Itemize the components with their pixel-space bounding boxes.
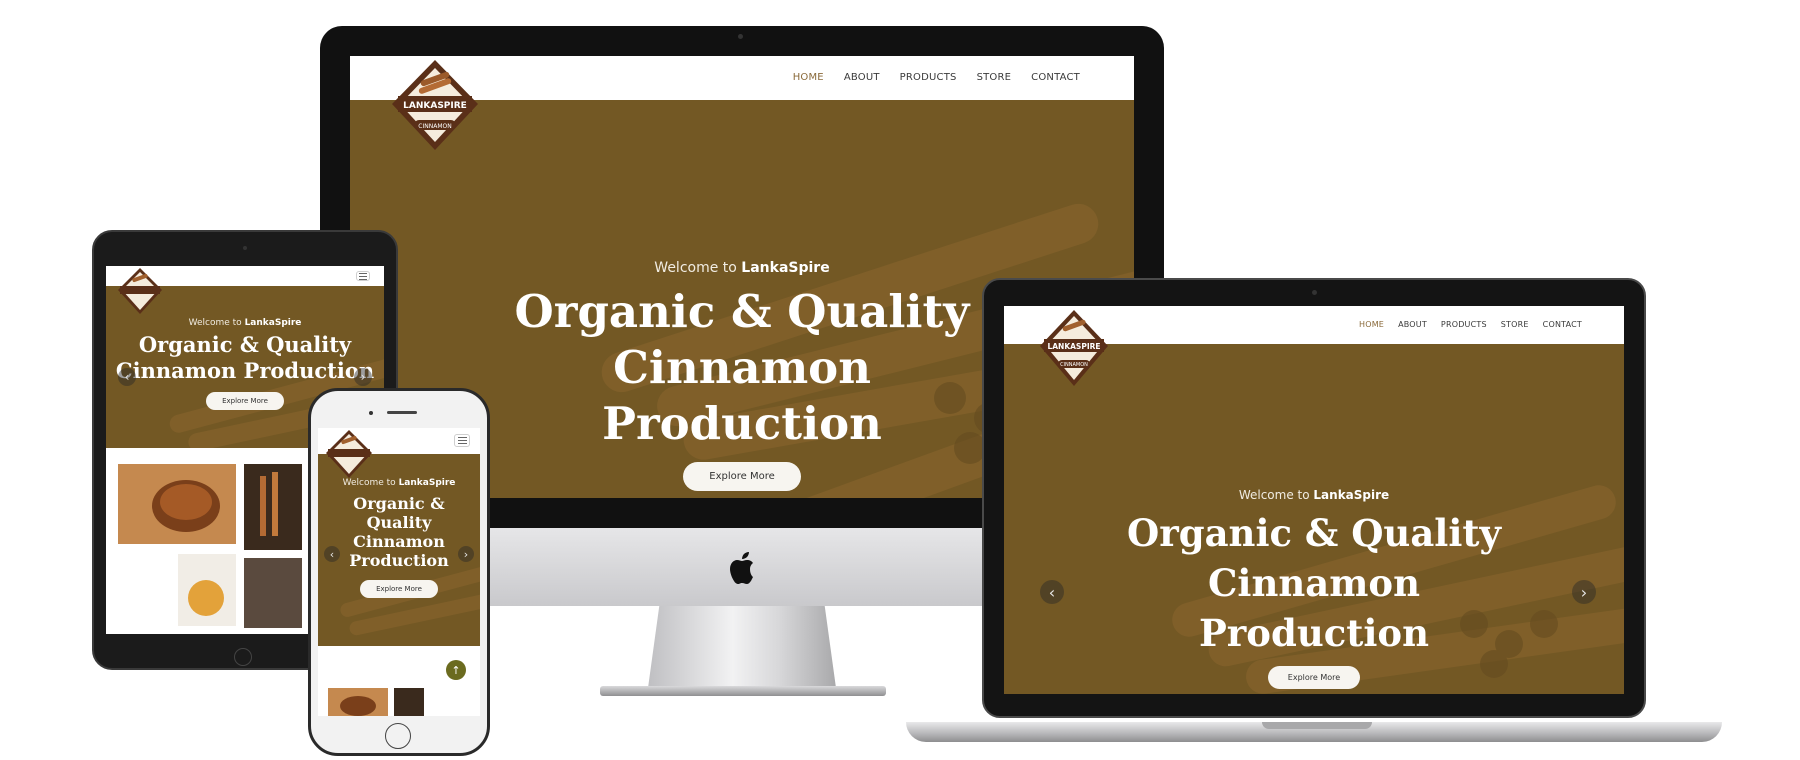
explore-more-button[interactable]: Explore More <box>683 462 801 491</box>
desktop-monitor-stand <box>648 606 836 688</box>
chevron-right-icon[interactable]: › <box>1572 580 1596 604</box>
phone-home-button[interactable] <box>385 723 411 749</box>
logo-sub-text: CINNAMON <box>418 123 451 130</box>
lankaspire-logo[interactable]: LANKASPIRE CINNAMON <box>388 56 482 156</box>
laptop-hero-headline: Organic & Quality Cinnamon Production <box>1126 511 1502 655</box>
chevron-left-icon[interactable]: ‹ <box>1040 580 1064 604</box>
phone-speaker <box>387 411 417 414</box>
phone-website: Welcome to LankaSpire Organic & Quality … <box>318 428 480 716</box>
chevron-left-icon[interactable]: ‹ <box>118 368 136 386</box>
arrow-up-icon[interactable]: ↑ <box>446 660 466 680</box>
laptop-hero-section: Welcome to LankaSpire Organic & Quality … <box>1004 344 1624 694</box>
phone-hero-headline: Organic & Quality Cinnamon Production <box>349 494 449 570</box>
laptop-explore-more-button[interactable]: Explore More <box>1267 666 1361 689</box>
nav-menu: HOME ABOUT PRODUCTS STORE CONTACT <box>793 72 1080 83</box>
nav-item-contact[interactable]: CONTACT <box>1031 72 1080 83</box>
hamburger-menu-icon[interactable] <box>356 271 370 281</box>
laptop-camera-icon <box>1312 290 1317 295</box>
chevron-right-icon[interactable]: › <box>458 546 474 562</box>
tablet-explore-more-button[interactable]: Explore More <box>206 392 284 410</box>
phone-product-gallery <box>328 688 424 716</box>
phone-explore-more-button[interactable]: Explore More <box>360 580 438 598</box>
laptop-logo-sub-text: CINNAMON <box>1060 362 1088 368</box>
desktop-monitor-foot <box>600 686 886 696</box>
laptop-opening-notch <box>1262 722 1372 729</box>
phone-lankaspire-logo[interactable] <box>324 428 374 480</box>
tablet-hero-headline: Organic & Quality Cinnamon Production <box>115 332 375 383</box>
phone-hero-section: Welcome to LankaSpire Organic & Quality … <box>318 454 480 646</box>
logo-brand-text: LANKASPIRE <box>403 101 467 111</box>
apple-logo-icon <box>730 552 753 584</box>
laptop-welcome-text: Welcome to LankaSpire <box>1238 488 1390 502</box>
phone-camera-icon <box>369 411 373 415</box>
nav-item-home[interactable]: HOME <box>1359 320 1384 329</box>
laptop-website: Welcome to LankaSpire Organic & Quality … <box>1004 306 1624 694</box>
nav-item-contact[interactable]: CONTACT <box>1543 320 1582 329</box>
laptop-lankaspire-logo[interactable]: LANKASPIRE CINNAMON <box>1036 306 1112 392</box>
nav-item-home[interactable]: HOME <box>793 72 824 83</box>
nav-item-store[interactable]: STORE <box>977 72 1012 83</box>
laptop-nav-menu: HOME ABOUT PRODUCTS STORE CONTACT <box>1359 320 1582 329</box>
nav-item-about[interactable]: ABOUT <box>844 72 880 83</box>
nav-item-products[interactable]: PRODUCTS <box>900 72 957 83</box>
tablet-camera-icon <box>243 246 247 250</box>
nav-item-products[interactable]: PRODUCTS <box>1441 320 1487 329</box>
laptop-hero-content: Welcome to LankaSpire Organic & Quality … <box>1004 488 1624 689</box>
tablet-welcome-text: Welcome to LankaSpire <box>188 318 302 328</box>
chevron-right-icon[interactable]: › <box>354 368 372 386</box>
nav-item-about[interactable]: ABOUT <box>1398 320 1427 329</box>
laptop-logo-brand-text: LANKASPIRE <box>1047 342 1100 351</box>
gallery-image-cinnamon-sticks <box>244 558 302 628</box>
phone-hero-content: Welcome to LankaSpire Organic & Quality … <box>318 478 480 598</box>
tablet-home-button[interactable] <box>234 648 252 666</box>
chevron-left-icon[interactable]: ‹ <box>324 546 340 562</box>
nav-item-store[interactable]: STORE <box>1501 320 1529 329</box>
tablet-lankaspire-logo[interactable] <box>116 266 164 316</box>
hamburger-menu-icon[interactable] <box>454 434 470 447</box>
camera-icon <box>738 34 743 39</box>
welcome-text: Welcome to LankaSpire <box>654 260 830 276</box>
